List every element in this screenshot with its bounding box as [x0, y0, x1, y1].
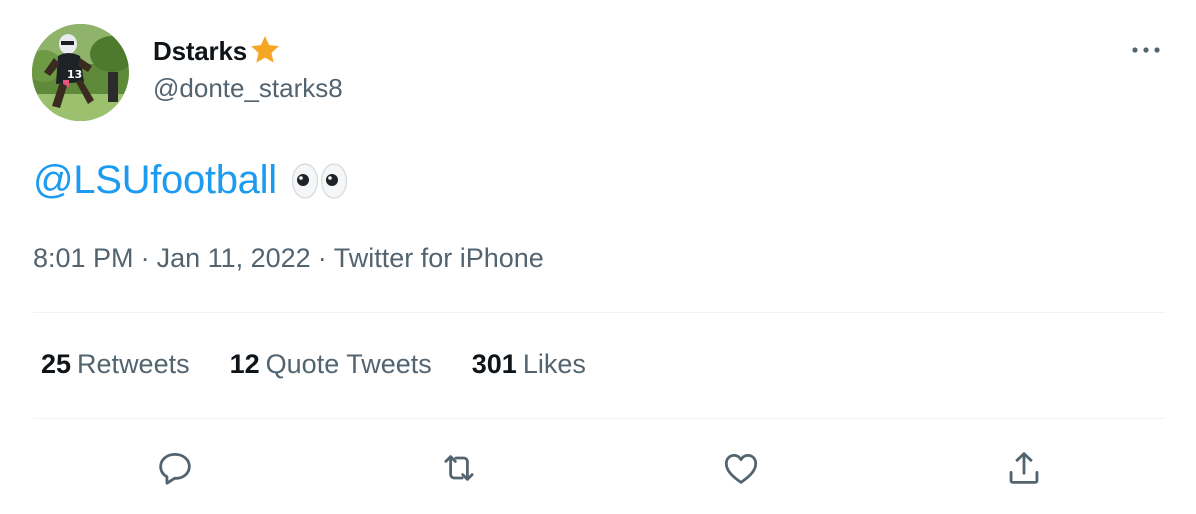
quote-tweets-stat[interactable]: 12 Quote Tweets: [230, 349, 432, 380]
likes-count: 301: [471, 349, 517, 379]
divider: [33, 312, 1165, 313]
tweet-time[interactable]: 8:01 PM: [33, 243, 134, 274]
eyes-icon: [291, 160, 349, 200]
reply-button[interactable]: [147, 440, 203, 496]
more-horizontal-icon: [1132, 47, 1160, 53]
action-bar: [0, 440, 1196, 496]
reply-icon: [159, 452, 191, 485]
quote-tweets-count: 12: [229, 349, 260, 379]
likes-label: Likes: [522, 349, 586, 379]
retweets-count: 25: [41, 349, 72, 379]
more-options-button[interactable]: [1128, 36, 1164, 64]
heart-icon: [724, 454, 758, 484]
engagement-stats: 25 Retweets 12 Quote Tweets 301 Likes: [41, 349, 626, 380]
likes-stat[interactable]: 301 Likes: [472, 349, 586, 380]
meta-separator: ·: [140, 243, 150, 273]
share-button[interactable]: [996, 440, 1052, 496]
author-handle[interactable]: @donte_starks8: [153, 73, 343, 104]
retweet-button[interactable]: [431, 440, 487, 496]
retweet-icon: [444, 455, 474, 481]
author-name-link[interactable]: Dstarks: [153, 31, 282, 71]
avatar[interactable]: 13: [32, 24, 129, 121]
display-name: Dstarks: [153, 35, 247, 66]
meta-separator: ·: [317, 243, 327, 273]
tweet-meta: 8:01 PM · Jan 11, 2022 · Twitter for iPh…: [33, 243, 544, 274]
quote-tweets-label: Quote Tweets: [265, 349, 432, 379]
tweet-date[interactable]: Jan 11, 2022: [157, 243, 311, 274]
tweet-source[interactable]: Twitter for iPhone: [334, 243, 544, 274]
divider: [33, 418, 1165, 419]
mention-link[interactable]: @LSUfootball: [33, 152, 277, 208]
retweets-stat[interactable]: 25 Retweets: [41, 349, 190, 380]
star-icon: [248, 33, 282, 67]
tweet-card: 13 Dstarks @donte_starks8 @LSUfootball 8…: [0, 0, 1196, 514]
share-icon: [1009, 452, 1039, 484]
avatar-jersey-number: 13: [67, 68, 83, 81]
retweets-label: Retweets: [77, 349, 190, 379]
tweet-text: @LSUfootball: [33, 152, 349, 208]
like-button[interactable]: [713, 440, 769, 496]
